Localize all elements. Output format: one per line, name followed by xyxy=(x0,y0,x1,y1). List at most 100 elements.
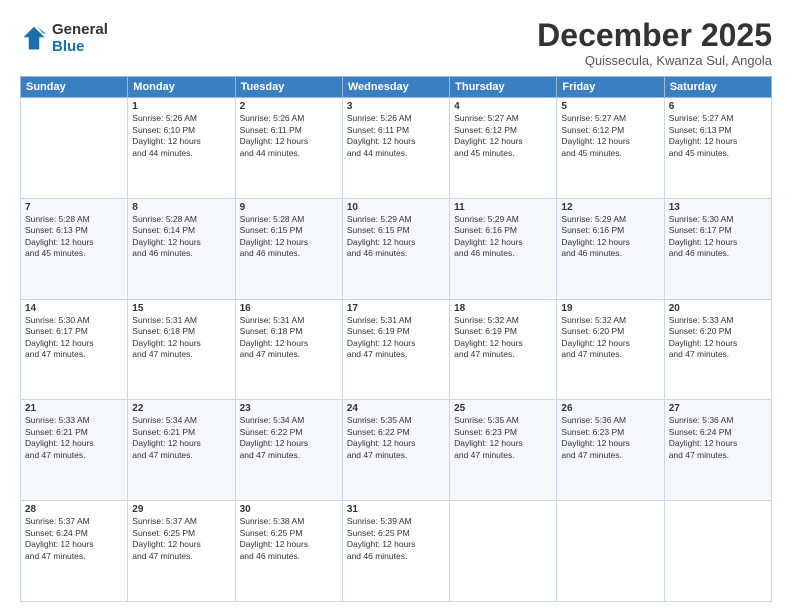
title-block: December 2025 Quissecula, Kwanza Sul, An… xyxy=(537,18,772,68)
calendar-cell: 22Sunrise: 5:34 AM Sunset: 6:21 PM Dayli… xyxy=(128,400,235,501)
day-info: Sunrise: 5:35 AM Sunset: 6:23 PM Dayligh… xyxy=(454,415,552,461)
day-number: 14 xyxy=(25,303,123,314)
calendar-cell: 26Sunrise: 5:36 AM Sunset: 6:23 PM Dayli… xyxy=(557,400,664,501)
day-number: 9 xyxy=(240,202,338,213)
logo-general: General xyxy=(52,22,108,39)
day-number: 10 xyxy=(347,202,445,213)
day-info: Sunrise: 5:32 AM Sunset: 6:20 PM Dayligh… xyxy=(561,315,659,361)
calendar-cell: 10Sunrise: 5:29 AM Sunset: 6:15 PM Dayli… xyxy=(342,198,449,299)
calendar-table: SundayMondayTuesdayWednesdayThursdayFrid… xyxy=(20,76,772,602)
day-number: 17 xyxy=(347,303,445,314)
day-number: 6 xyxy=(669,101,767,112)
day-info: Sunrise: 5:33 AM Sunset: 6:20 PM Dayligh… xyxy=(669,315,767,361)
week-row-5: 28Sunrise: 5:37 AM Sunset: 6:24 PM Dayli… xyxy=(21,501,772,602)
day-number: 1 xyxy=(132,101,230,112)
day-number: 5 xyxy=(561,101,659,112)
calendar-cell: 7Sunrise: 5:28 AM Sunset: 6:13 PM Daylig… xyxy=(21,198,128,299)
day-info: Sunrise: 5:34 AM Sunset: 6:21 PM Dayligh… xyxy=(132,415,230,461)
day-number: 26 xyxy=(561,403,659,414)
calendar-cell: 3Sunrise: 5:26 AM Sunset: 6:11 PM Daylig… xyxy=(342,98,449,199)
day-info: Sunrise: 5:31 AM Sunset: 6:18 PM Dayligh… xyxy=(132,315,230,361)
day-number: 30 xyxy=(240,504,338,515)
calendar-cell: 14Sunrise: 5:30 AM Sunset: 6:17 PM Dayli… xyxy=(21,299,128,400)
calendar-cell: 1Sunrise: 5:26 AM Sunset: 6:10 PM Daylig… xyxy=(128,98,235,199)
day-number: 23 xyxy=(240,403,338,414)
calendar-cell xyxy=(21,98,128,199)
weekday-header-tuesday: Tuesday xyxy=(235,77,342,98)
calendar-cell: 9Sunrise: 5:28 AM Sunset: 6:15 PM Daylig… xyxy=(235,198,342,299)
day-info: Sunrise: 5:39 AM Sunset: 6:25 PM Dayligh… xyxy=(347,516,445,562)
day-info: Sunrise: 5:28 AM Sunset: 6:14 PM Dayligh… xyxy=(132,214,230,260)
day-info: Sunrise: 5:34 AM Sunset: 6:22 PM Dayligh… xyxy=(240,415,338,461)
calendar-cell: 2Sunrise: 5:26 AM Sunset: 6:11 PM Daylig… xyxy=(235,98,342,199)
calendar-cell: 20Sunrise: 5:33 AM Sunset: 6:20 PM Dayli… xyxy=(664,299,771,400)
calendar-cell: 23Sunrise: 5:34 AM Sunset: 6:22 PM Dayli… xyxy=(235,400,342,501)
day-info: Sunrise: 5:28 AM Sunset: 6:13 PM Dayligh… xyxy=(25,214,123,260)
month-title: December 2025 xyxy=(537,18,772,53)
day-info: Sunrise: 5:29 AM Sunset: 6:15 PM Dayligh… xyxy=(347,214,445,260)
day-number: 16 xyxy=(240,303,338,314)
calendar-cell xyxy=(664,501,771,602)
header: General Blue December 2025 Quissecula, K… xyxy=(20,18,772,68)
day-info: Sunrise: 5:37 AM Sunset: 6:25 PM Dayligh… xyxy=(132,516,230,562)
calendar-cell: 31Sunrise: 5:39 AM Sunset: 6:25 PM Dayli… xyxy=(342,501,449,602)
day-info: Sunrise: 5:30 AM Sunset: 6:17 PM Dayligh… xyxy=(25,315,123,361)
calendar-cell: 21Sunrise: 5:33 AM Sunset: 6:21 PM Dayli… xyxy=(21,400,128,501)
day-info: Sunrise: 5:26 AM Sunset: 6:11 PM Dayligh… xyxy=(347,113,445,159)
day-info: Sunrise: 5:29 AM Sunset: 6:16 PM Dayligh… xyxy=(561,214,659,260)
location: Quissecula, Kwanza Sul, Angola xyxy=(537,53,772,68)
calendar-cell: 4Sunrise: 5:27 AM Sunset: 6:12 PM Daylig… xyxy=(450,98,557,199)
day-info: Sunrise: 5:36 AM Sunset: 6:24 PM Dayligh… xyxy=(669,415,767,461)
calendar-cell: 18Sunrise: 5:32 AM Sunset: 6:19 PM Dayli… xyxy=(450,299,557,400)
week-row-1: 1Sunrise: 5:26 AM Sunset: 6:10 PM Daylig… xyxy=(21,98,772,199)
week-row-4: 21Sunrise: 5:33 AM Sunset: 6:21 PM Dayli… xyxy=(21,400,772,501)
calendar-cell: 25Sunrise: 5:35 AM Sunset: 6:23 PM Dayli… xyxy=(450,400,557,501)
calendar-cell: 5Sunrise: 5:27 AM Sunset: 6:12 PM Daylig… xyxy=(557,98,664,199)
day-number: 4 xyxy=(454,101,552,112)
calendar-cell xyxy=(557,501,664,602)
weekday-header-thursday: Thursday xyxy=(450,77,557,98)
calendar-cell: 11Sunrise: 5:29 AM Sunset: 6:16 PM Dayli… xyxy=(450,198,557,299)
day-info: Sunrise: 5:32 AM Sunset: 6:19 PM Dayligh… xyxy=(454,315,552,361)
day-info: Sunrise: 5:31 AM Sunset: 6:18 PM Dayligh… xyxy=(240,315,338,361)
day-info: Sunrise: 5:27 AM Sunset: 6:12 PM Dayligh… xyxy=(454,113,552,159)
day-info: Sunrise: 5:33 AM Sunset: 6:21 PM Dayligh… xyxy=(25,415,123,461)
calendar-page: General Blue December 2025 Quissecula, K… xyxy=(0,0,792,612)
day-number: 31 xyxy=(347,504,445,515)
day-info: Sunrise: 5:35 AM Sunset: 6:22 PM Dayligh… xyxy=(347,415,445,461)
calendar-cell: 6Sunrise: 5:27 AM Sunset: 6:13 PM Daylig… xyxy=(664,98,771,199)
weekday-header-friday: Friday xyxy=(557,77,664,98)
day-number: 25 xyxy=(454,403,552,414)
calendar-cell: 8Sunrise: 5:28 AM Sunset: 6:14 PM Daylig… xyxy=(128,198,235,299)
logo-icon xyxy=(20,25,48,53)
day-info: Sunrise: 5:38 AM Sunset: 6:25 PM Dayligh… xyxy=(240,516,338,562)
calendar-cell: 24Sunrise: 5:35 AM Sunset: 6:22 PM Dayli… xyxy=(342,400,449,501)
weekday-header-saturday: Saturday xyxy=(664,77,771,98)
day-number: 24 xyxy=(347,403,445,414)
day-number: 29 xyxy=(132,504,230,515)
day-number: 3 xyxy=(347,101,445,112)
day-info: Sunrise: 5:36 AM Sunset: 6:23 PM Dayligh… xyxy=(561,415,659,461)
day-info: Sunrise: 5:27 AM Sunset: 6:12 PM Dayligh… xyxy=(561,113,659,159)
day-info: Sunrise: 5:29 AM Sunset: 6:16 PM Dayligh… xyxy=(454,214,552,260)
weekday-header-sunday: Sunday xyxy=(21,77,128,98)
logo-blue: Blue xyxy=(52,39,108,56)
day-number: 15 xyxy=(132,303,230,314)
weekday-header-monday: Monday xyxy=(128,77,235,98)
calendar-cell: 29Sunrise: 5:37 AM Sunset: 6:25 PM Dayli… xyxy=(128,501,235,602)
week-row-3: 14Sunrise: 5:30 AM Sunset: 6:17 PM Dayli… xyxy=(21,299,772,400)
calendar-cell: 30Sunrise: 5:38 AM Sunset: 6:25 PM Dayli… xyxy=(235,501,342,602)
day-number: 19 xyxy=(561,303,659,314)
day-number: 28 xyxy=(25,504,123,515)
day-info: Sunrise: 5:31 AM Sunset: 6:19 PM Dayligh… xyxy=(347,315,445,361)
day-number: 27 xyxy=(669,403,767,414)
weekday-header-row: SundayMondayTuesdayWednesdayThursdayFrid… xyxy=(21,77,772,98)
day-number: 20 xyxy=(669,303,767,314)
day-number: 8 xyxy=(132,202,230,213)
day-info: Sunrise: 5:26 AM Sunset: 6:10 PM Dayligh… xyxy=(132,113,230,159)
day-number: 11 xyxy=(454,202,552,213)
logo-text: General Blue xyxy=(52,22,108,55)
day-number: 7 xyxy=(25,202,123,213)
day-info: Sunrise: 5:26 AM Sunset: 6:11 PM Dayligh… xyxy=(240,113,338,159)
calendar-cell xyxy=(450,501,557,602)
